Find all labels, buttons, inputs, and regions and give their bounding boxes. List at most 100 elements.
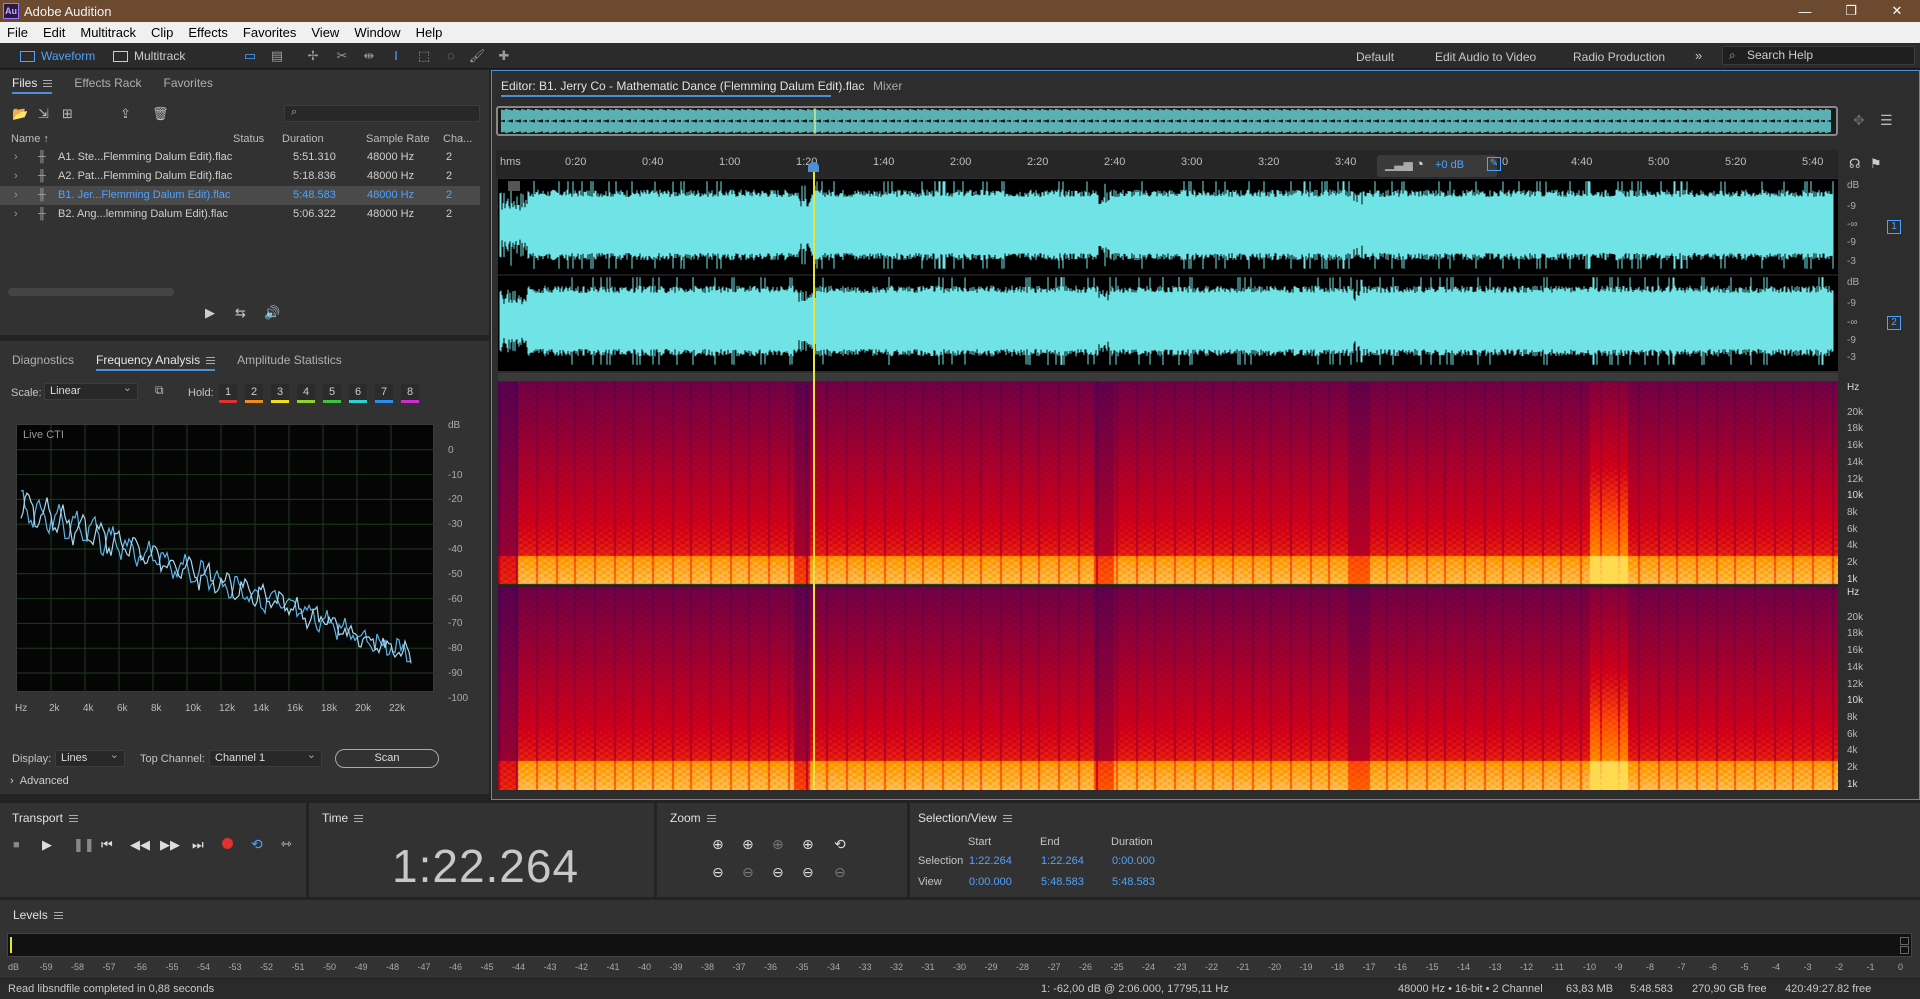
razor-tool-icon[interactable]: ✂ bbox=[333, 47, 351, 64]
hold-button-3[interactable]: 3 bbox=[271, 384, 289, 403]
view-splitter[interactable] bbox=[498, 373, 1838, 381]
panel-menu-icon[interactable] bbox=[68, 815, 78, 823]
skip-forward-icon[interactable]: ⏭ bbox=[192, 837, 204, 853]
column-duration[interactable]: Duration bbox=[282, 133, 324, 145]
current-time-display[interactable]: 1:22.264 bbox=[392, 839, 579, 893]
hold-button-8[interactable]: 8 bbox=[401, 384, 419, 403]
loop-icon[interactable]: ⟲ bbox=[251, 836, 263, 853]
marker-icon[interactable]: ⚑ bbox=[1870, 156, 1882, 172]
panel-layout-icon[interactable]: ☰ bbox=[1880, 112, 1893, 129]
menu-file[interactable]: File bbox=[7, 25, 28, 40]
waveform-display[interactable] bbox=[498, 179, 1838, 371]
selection-start[interactable]: 1:22.264 bbox=[969, 855, 1012, 867]
view-end[interactable]: 5:48.583 bbox=[1041, 876, 1084, 888]
panel-menu-icon[interactable] bbox=[53, 912, 63, 920]
open-file-icon[interactable]: 📂 bbox=[12, 106, 28, 122]
lock-plot-icon[interactable]: ⧉ bbox=[155, 383, 164, 398]
workspace-radio-production[interactable]: Radio Production bbox=[1573, 50, 1665, 64]
selection-end[interactable]: 1:22.264 bbox=[1041, 855, 1084, 867]
zoom-in-start-icon[interactable]: ⊕ bbox=[772, 836, 784, 853]
advanced-expander[interactable]: › Advanced bbox=[10, 775, 69, 787]
view-duration[interactable]: 5:48.583 bbox=[1112, 876, 1155, 888]
move-tool-icon[interactable]: ✢ bbox=[304, 47, 322, 64]
zoom-out-time-icon[interactable]: ⊖ bbox=[742, 864, 754, 881]
column-channels[interactable]: Cha... bbox=[443, 133, 472, 145]
spectral-display[interactable] bbox=[498, 382, 1838, 790]
chevron-right-icon[interactable]: › bbox=[14, 170, 18, 182]
hold-button-6[interactable]: 6 bbox=[349, 384, 367, 403]
menu-effects[interactable]: Effects bbox=[188, 25, 228, 40]
hold-button-7[interactable]: 7 bbox=[375, 384, 393, 403]
selection-duration[interactable]: 0:00.000 bbox=[1112, 855, 1155, 867]
hold-button-2[interactable]: 2 bbox=[245, 384, 263, 403]
autoplay-icon[interactable]: 🔊 bbox=[264, 305, 280, 321]
play-icon[interactable]: ▶ bbox=[42, 837, 52, 853]
file-row[interactable]: › ╫ B1. Jer...Flemming Dalum Edit).flac 5:4… bbox=[0, 186, 480, 205]
close-button[interactable]: ✕ bbox=[1874, 0, 1920, 22]
zoom-out-amplitude-icon[interactable]: ⊖ bbox=[712, 864, 724, 881]
loop-preview-icon[interactable]: ⇆ bbox=[235, 305, 246, 321]
tab-frequency-analysis[interactable]: Frequency Analysis bbox=[96, 347, 216, 373]
panel-menu-icon[interactable] bbox=[206, 357, 216, 365]
skip-selection-icon[interactable]: ⇿ bbox=[281, 836, 292, 852]
clip-indicator-left[interactable] bbox=[1900, 937, 1909, 945]
delete-icon[interactable]: 🗑 bbox=[152, 106, 169, 122]
workspace-edit-audio-to-video[interactable]: Edit Audio to Video bbox=[1435, 50, 1536, 64]
panel-menu-icon[interactable] bbox=[1002, 815, 1012, 823]
playhead[interactable] bbox=[813, 168, 815, 790]
volume-knob-icon[interactable]: ◔ bbox=[1415, 156, 1424, 173]
skip-back-icon[interactable]: ⏮ bbox=[101, 837, 113, 853]
zoom-to-selection-time-icon[interactable]: ⊕ bbox=[802, 836, 814, 853]
chevron-right-icon[interactable]: › bbox=[14, 189, 18, 201]
file-row[interactable]: › ╫ A1. Ste...Flemming Dalum Edit).flac 5:5… bbox=[0, 148, 480, 167]
scan-button[interactable]: Scan bbox=[335, 749, 439, 768]
play-preview-icon[interactable]: ▶ bbox=[205, 305, 215, 321]
mixer-tab[interactable]: Mixer bbox=[873, 79, 902, 93]
restore-button[interactable]: ❐ bbox=[1828, 0, 1874, 22]
zoom-to-selection-icon[interactable]: ✥ bbox=[1853, 112, 1865, 129]
panel-menu-icon[interactable] bbox=[354, 815, 364, 823]
tab-favorites[interactable]: Favorites bbox=[163, 70, 212, 96]
menu-multitrack[interactable]: Multitrack bbox=[80, 25, 136, 40]
marquee-tool-icon[interactable]: ⬚ bbox=[415, 47, 433, 64]
files-scrollbar[interactable] bbox=[8, 288, 174, 296]
record-icon[interactable] bbox=[222, 838, 233, 849]
spectral-view-icon[interactable]: ▤ bbox=[268, 47, 286, 64]
editor-tab[interactable]: Editor: B1. Jerry Co - Mathematic Dance … bbox=[501, 79, 864, 93]
tab-amplitude-statistics[interactable]: Amplitude Statistics bbox=[237, 347, 342, 373]
pause-icon[interactable]: ❚❚ bbox=[73, 837, 95, 853]
zoom-out-full-icon[interactable]: ⊖ bbox=[772, 864, 784, 881]
minimize-button[interactable]: — bbox=[1782, 0, 1828, 22]
rewind-icon[interactable]: ◀◀ bbox=[130, 837, 150, 853]
zoom-out-end-icon[interactable]: ⊖ bbox=[802, 864, 814, 881]
workspace-default[interactable]: Default bbox=[1356, 50, 1394, 64]
workspace-overflow-button[interactable]: » bbox=[1695, 48, 1702, 63]
import-file-icon[interactable]: ⇲ bbox=[38, 106, 49, 122]
zoom-selection-icon[interactable]: ⊖ bbox=[834, 864, 846, 881]
lasso-tool-icon[interactable]: ◌ bbox=[442, 47, 460, 64]
hold-button-5[interactable]: 5 bbox=[323, 384, 341, 403]
waveform-mode-button[interactable]: Waveform bbox=[20, 46, 95, 66]
healing-tool-icon[interactable]: ✚ bbox=[495, 47, 513, 64]
channel-2-badge[interactable]: 2 bbox=[1887, 316, 1901, 330]
time-ruler[interactable] bbox=[496, 150, 1838, 178]
menu-help[interactable]: Help bbox=[416, 25, 443, 40]
multitrack-mode-button[interactable]: Multitrack bbox=[113, 46, 185, 66]
stop-icon[interactable]: ■ bbox=[13, 839, 20, 851]
waveform-view-icon[interactable]: ▭ bbox=[241, 47, 259, 64]
overview-navigator[interactable] bbox=[496, 106, 1838, 136]
column-sample-rate[interactable]: Sample Rate bbox=[366, 133, 430, 145]
top-channel-select[interactable]: Channel 1 bbox=[209, 748, 322, 767]
panel-menu-icon[interactable] bbox=[706, 815, 716, 823]
menu-favorites[interactable]: Favorites bbox=[243, 25, 296, 40]
hold-button-4[interactable]: 4 bbox=[297, 384, 315, 403]
pin-hud-icon[interactable]: ✎ bbox=[1487, 157, 1501, 171]
insert-into-multitrack-icon[interactable]: ⇪ bbox=[120, 106, 131, 122]
tab-diagnostics[interactable]: Diagnostics bbox=[12, 347, 74, 373]
display-select[interactable]: Lines bbox=[55, 748, 125, 767]
menu-clip[interactable]: Clip bbox=[151, 25, 173, 40]
scale-select[interactable]: Linear bbox=[44, 381, 138, 400]
headphones-icon[interactable]: ☊ bbox=[1849, 156, 1861, 172]
tab-effects-rack[interactable]: Effects Rack bbox=[74, 70, 141, 96]
menu-view[interactable]: View bbox=[311, 25, 339, 40]
